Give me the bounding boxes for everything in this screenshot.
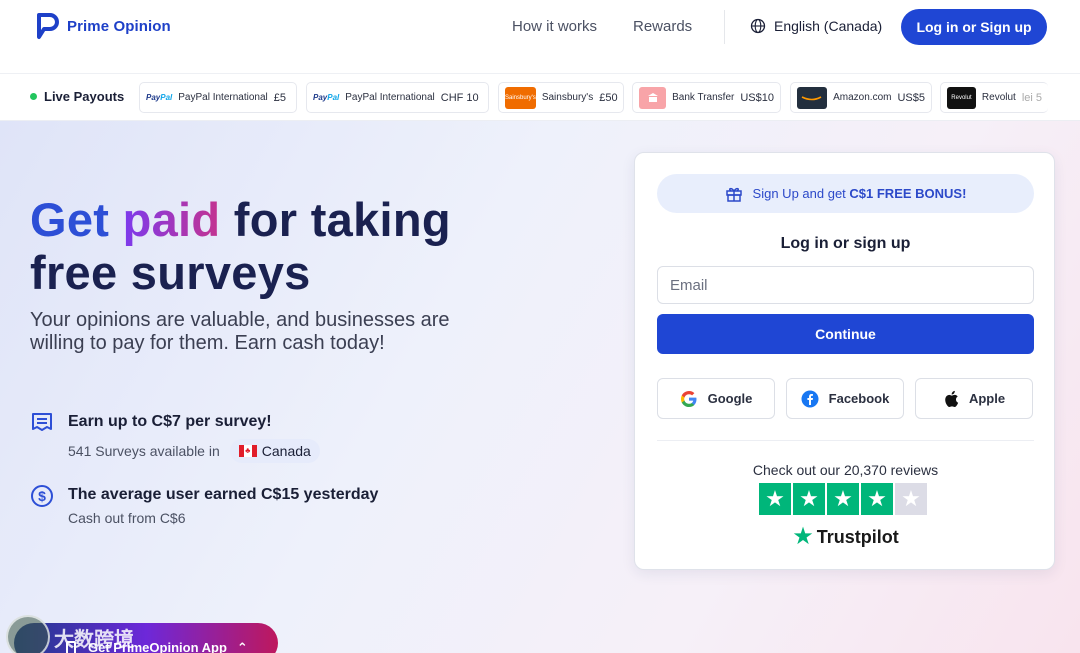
watermark: 大数跨境 bbox=[6, 615, 134, 653]
country-pill[interactable]: ♣ Canada bbox=[229, 439, 320, 463]
bank-icon bbox=[639, 86, 667, 109]
facebook-icon bbox=[801, 390, 819, 407]
card-title: Log in or sign up bbox=[780, 235, 911, 252]
payout-ticker: Live Payouts PayPal PayPal International… bbox=[0, 74, 1080, 121]
revolut-logo-icon: Revolut bbox=[947, 86, 976, 109]
nav-divider bbox=[724, 10, 725, 44]
card-divider bbox=[657, 440, 1034, 441]
language-label: English (Canada) bbox=[774, 18, 883, 34]
watermark-logo-icon bbox=[6, 615, 50, 653]
prime-opinion-logo-icon bbox=[37, 13, 59, 39]
paypal-logo-icon: PayPal bbox=[313, 93, 340, 102]
live-dot-icon bbox=[30, 93, 37, 100]
chevron-up-icon: ⌃ bbox=[236, 640, 248, 653]
survey-receipt-icon bbox=[32, 413, 52, 431]
login-signup-button[interactable]: Log in or Sign up bbox=[901, 9, 1047, 45]
gift-icon bbox=[725, 187, 742, 202]
google-icon bbox=[680, 390, 697, 407]
nav-rewards[interactable]: Rewards bbox=[633, 18, 692, 35]
nav-how-it-works[interactable]: How it works bbox=[512, 18, 597, 35]
star-filled-icon: ★ bbox=[759, 483, 791, 515]
amazon-logo-icon bbox=[797, 86, 828, 109]
payout-chip: Amazon.com US$5 bbox=[790, 82, 932, 113]
language-selector[interactable]: English (Canada) bbox=[750, 18, 882, 34]
email-field[interactable] bbox=[657, 266, 1034, 304]
site-header: Prime Opinion How it works Rewards Engli… bbox=[0, 0, 1080, 74]
payout-chip: PayPal PayPal International £5 bbox=[139, 82, 297, 113]
star-filled-icon: ★ bbox=[861, 483, 893, 515]
trustpilot-rating: ★ ★ ★ ★ ★ bbox=[759, 483, 927, 515]
login-card: Sign Up and get C$1 FREE BONUS! Log in o… bbox=[634, 152, 1055, 570]
trustpilot-star-icon: ★ bbox=[792, 523, 814, 550]
apple-icon bbox=[945, 390, 959, 407]
dollar-circle-icon: $ bbox=[31, 485, 53, 507]
trustpilot-logo[interactable]: ★ Trustpilot bbox=[635, 525, 1056, 549]
hero-subhead: Your opinions are valuable, and business… bbox=[30, 309, 450, 354]
star-empty-icon: ★ bbox=[895, 483, 927, 515]
payout-chip: Bank Transfer US$10 bbox=[632, 82, 781, 113]
canada-flag-icon: ♣ bbox=[238, 445, 257, 457]
continue-button[interactable]: Continue bbox=[657, 314, 1034, 354]
star-filled-icon: ★ bbox=[827, 483, 859, 515]
payout-chip: PayPal PayPal International CHF 10 bbox=[306, 82, 489, 113]
apple-login-button[interactable]: Apple bbox=[915, 378, 1033, 419]
feature-average-earnings: $ The average user earned C$15 yesterday… bbox=[30, 484, 378, 526]
brand-name: Prime Opinion bbox=[67, 17, 171, 35]
payout-chip: Revolut Revolut lei 5 bbox=[940, 82, 1048, 113]
paypal-logo-icon: PayPal bbox=[146, 93, 173, 102]
svg-text:$: $ bbox=[38, 488, 46, 504]
live-payouts-label: Live Payouts bbox=[30, 89, 124, 104]
reviews-link[interactable]: Check out our 20,370 reviews bbox=[635, 462, 1056, 478]
star-filled-icon: ★ bbox=[793, 483, 825, 515]
sainsburys-logo-icon: Sainsbury's bbox=[505, 86, 536, 109]
hero-headline: Get paid for taking free surveys bbox=[30, 193, 451, 299]
facebook-login-button[interactable]: Facebook bbox=[786, 378, 904, 419]
globe-icon bbox=[750, 18, 766, 34]
signup-bonus-banner: Sign Up and get C$1 FREE BONUS! bbox=[657, 174, 1034, 213]
google-login-button[interactable]: Google bbox=[657, 378, 775, 419]
feature-earn-per-survey: Earn up to C$7 per survey! 541 Surveys a… bbox=[30, 411, 320, 463]
payout-chip: Sainsbury's Sainsbury's £50 bbox=[498, 82, 624, 113]
brand-logo[interactable]: Prime Opinion bbox=[36, 12, 171, 40]
